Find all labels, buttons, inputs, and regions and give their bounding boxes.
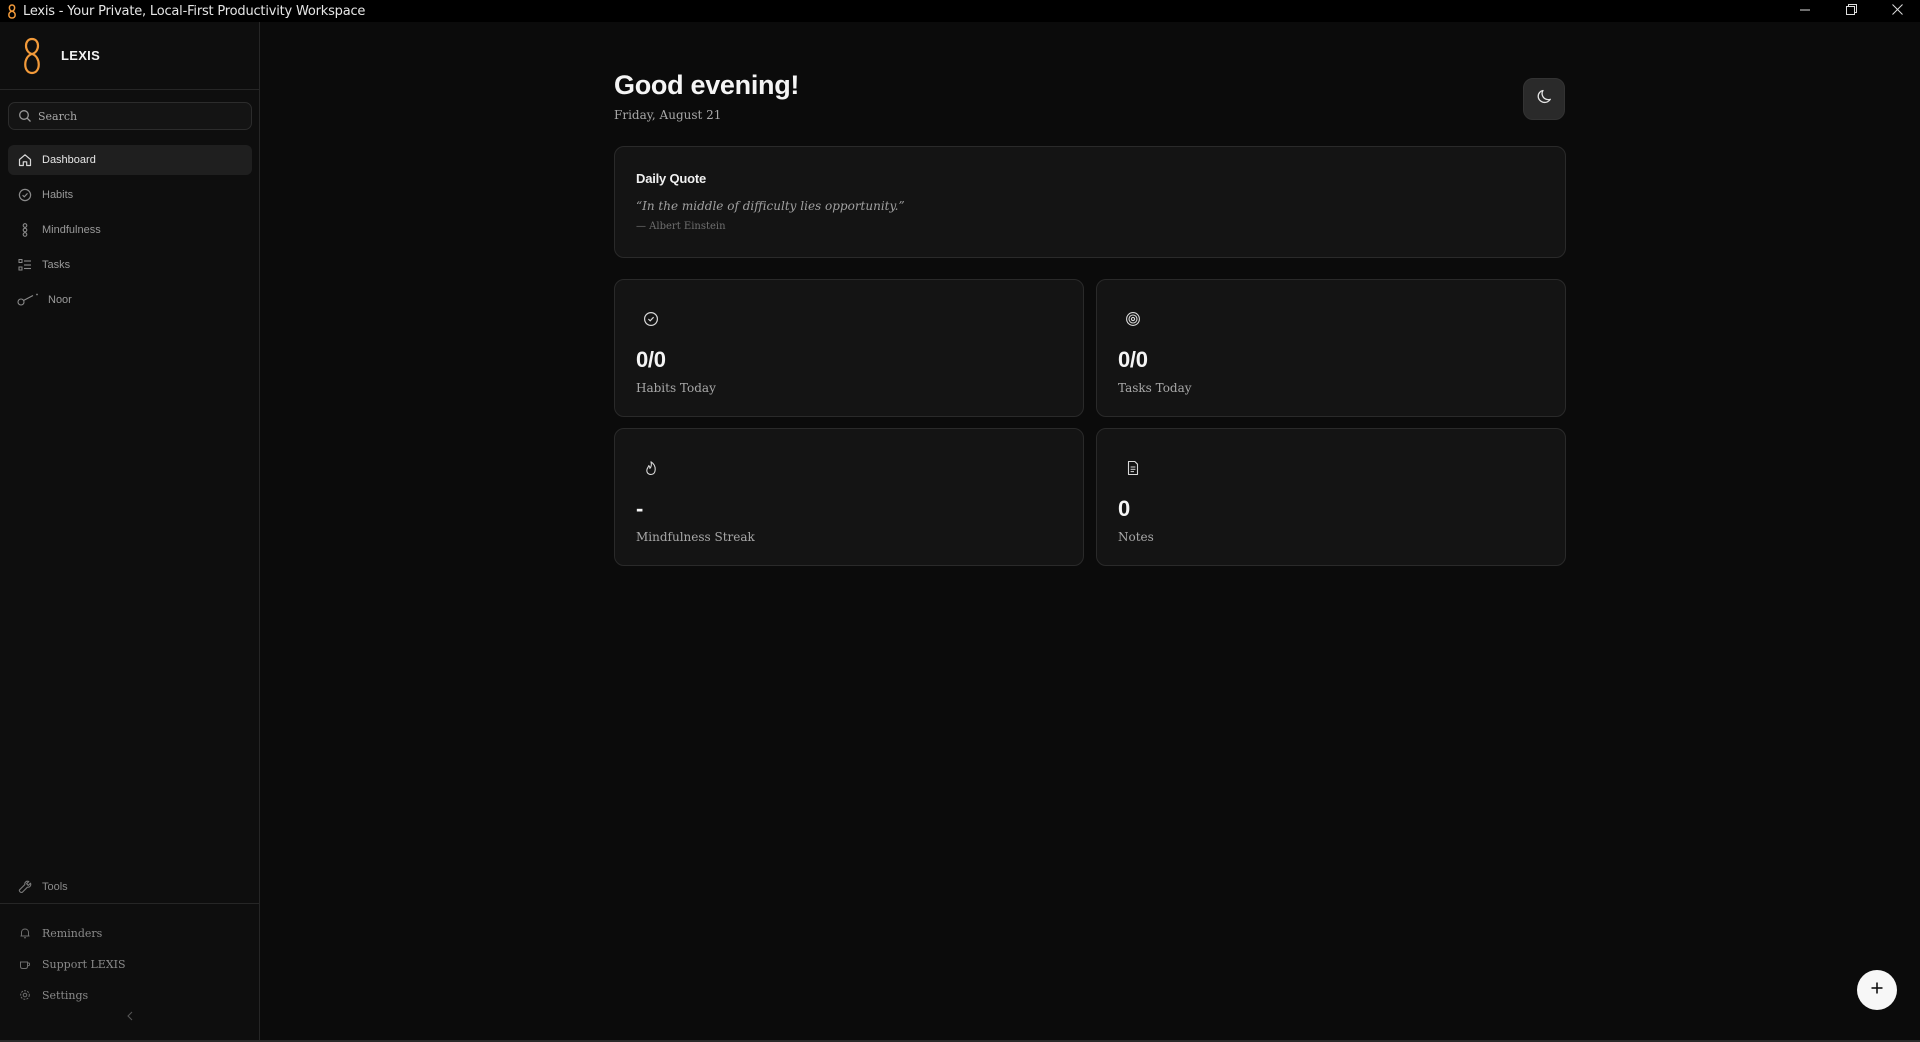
noor-icon	[17, 292, 39, 308]
sidebar-item-reminders[interactable]: Reminders	[8, 920, 252, 946]
sidebar-item-label: Reminders	[42, 926, 103, 940]
wrench-icon	[17, 879, 33, 895]
add-button[interactable]	[1857, 970, 1897, 1010]
check-circle-icon	[17, 187, 33, 203]
sidebar-nav: Dashboard Habits Mindfulness Tasks Noor	[8, 145, 252, 320]
bell-icon	[17, 925, 33, 941]
window-titlebar: Lexis - Your Private, Local-First Produc…	[0, 0, 1920, 22]
theme-toggle-button[interactable]	[1523, 78, 1565, 120]
sidebar-item-label: Mindfulness	[42, 224, 101, 236]
habits-today-card[interactable]: 0/0 Habits Today	[614, 279, 1084, 417]
stat-value: 0	[1118, 496, 1130, 521]
search-box[interactable]	[8, 102, 252, 130]
sidebar-item-label: Dashboard	[42, 154, 96, 166]
sidebar-item-label: Support LEXIS	[42, 957, 126, 971]
bead-icon	[17, 222, 33, 238]
sidebar-item-label: Noor	[48, 294, 72, 306]
sidebar-item-label: Tools	[42, 881, 68, 893]
notes-card[interactable]: 0 Notes	[1096, 428, 1566, 566]
minimize-button[interactable]	[1782, 0, 1828, 22]
stat-label: Notes	[1118, 530, 1154, 544]
sidebar-divider	[0, 903, 259, 904]
lexis-logo-icon	[5, 3, 19, 19]
stat-value: -	[636, 496, 644, 521]
sidebar-item-dashboard[interactable]: Dashboard	[8, 145, 252, 175]
restore-icon	[1845, 2, 1857, 20]
window-title: Lexis - Your Private, Local-First Produc…	[23, 3, 366, 19]
dashboard-main: Good evening! Friday, August 21 Daily Qu…	[261, 22, 1920, 1040]
sidebar-item-mindfulness[interactable]: Mindfulness	[8, 215, 252, 245]
list-check-icon	[17, 257, 33, 273]
coffee-icon	[17, 956, 33, 972]
stat-value: 0/0	[636, 347, 666, 372]
stat-label: Mindfulness Streak	[636, 530, 755, 544]
home-icon	[17, 152, 33, 168]
gear-icon	[17, 987, 33, 1003]
stat-label: Tasks Today	[1118, 381, 1192, 395]
quote-author: — Albert Einstein	[636, 221, 726, 232]
check-circle-icon	[642, 310, 660, 328]
close-icon	[1891, 2, 1903, 20]
sidebar-item-noor[interactable]: Noor	[8, 285, 252, 315]
collapse-sidebar-button[interactable]	[122, 1009, 138, 1025]
current-date: Friday, August 21	[614, 108, 722, 122]
moon-icon	[1535, 88, 1553, 111]
sidebar-item-habits[interactable]: Habits	[8, 180, 252, 210]
chevron-left-icon	[126, 1008, 134, 1026]
sidebar-item-label: Tasks	[42, 259, 71, 271]
sidebar-item-label: Habits	[42, 189, 74, 201]
sidebar-item-tools[interactable]: Tools	[8, 874, 252, 900]
target-icon	[1124, 310, 1142, 328]
flame-icon	[642, 459, 660, 477]
search-input[interactable]	[38, 109, 238, 123]
brand-header[interactable]: LEXIS	[0, 22, 259, 90]
restore-button[interactable]	[1828, 0, 1874, 22]
stat-value: 0/0	[1118, 347, 1148, 372]
sidebar: LEXIS Dashboard Habits Mindfulness	[0, 22, 260, 1040]
sidebar-item-label: Settings	[42, 988, 89, 1002]
stat-label: Habits Today	[636, 381, 716, 395]
quote-text: “In the middle of difficulty lies opport…	[636, 199, 905, 213]
sidebar-item-settings[interactable]: Settings	[8, 982, 252, 1008]
plus-icon	[1870, 981, 1884, 1000]
search-icon	[18, 109, 32, 123]
tasks-today-card[interactable]: 0/0 Tasks Today	[1096, 279, 1566, 417]
mindfulness-streak-card[interactable]: - Mindfulness Streak	[614, 428, 1084, 566]
sidebar-item-tasks[interactable]: Tasks	[8, 250, 252, 280]
minimize-icon	[1800, 2, 1810, 20]
brand-name: LEXIS	[61, 48, 101, 63]
daily-quote-card: Daily Quote “In the middle of difficulty…	[614, 146, 1566, 258]
quote-title: Daily Quote	[636, 171, 707, 186]
close-button[interactable]	[1874, 0, 1920, 22]
page-title: Good evening!	[614, 70, 800, 100]
document-icon	[1124, 459, 1142, 477]
lexis-logo-icon	[22, 36, 46, 76]
sidebar-item-support[interactable]: Support LEXIS	[8, 951, 252, 977]
